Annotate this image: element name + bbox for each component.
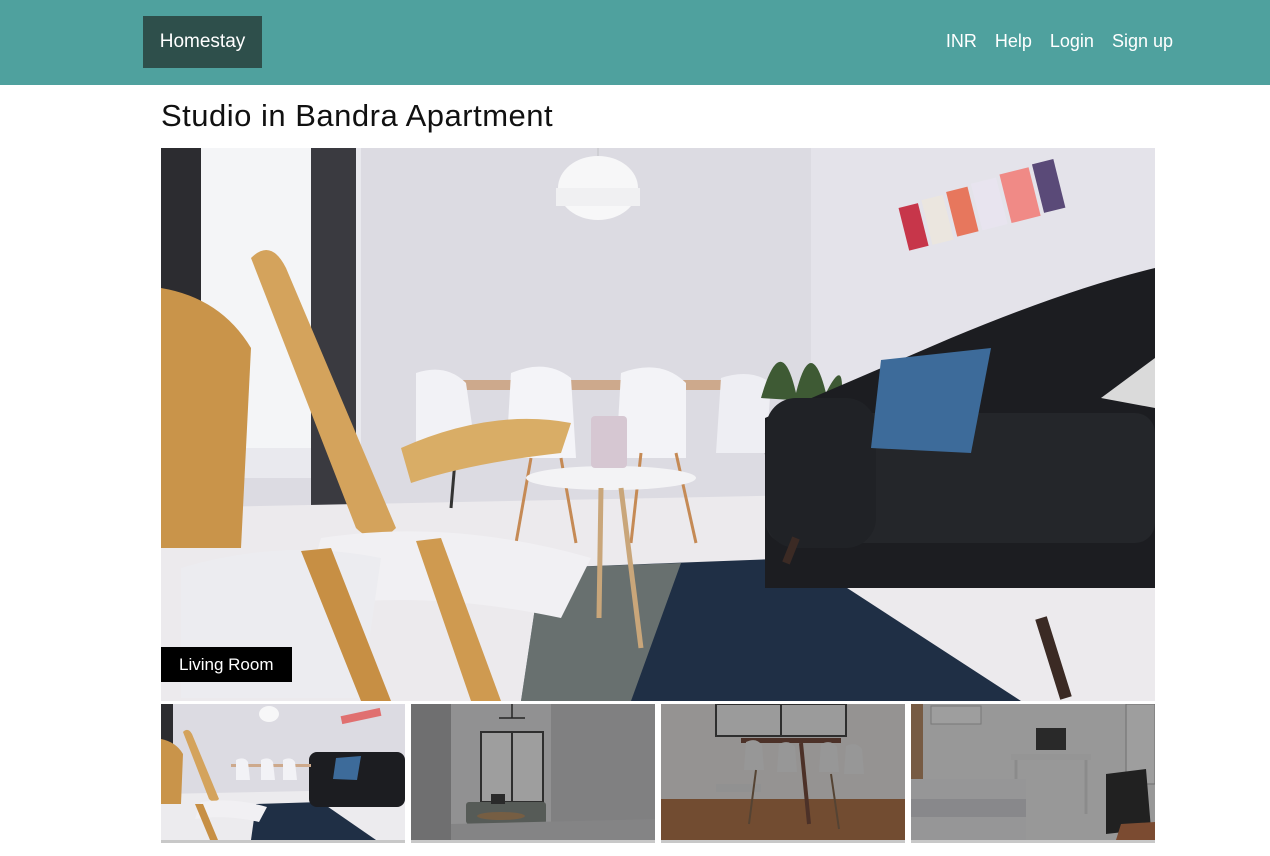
thumbnail-4[interactable] <box>911 704 1155 843</box>
thumbnail-strip <box>161 704 1155 843</box>
living-room-photo <box>161 148 1155 701</box>
currency-link[interactable]: INR <box>946 28 977 54</box>
nav-links: INR Help Login Sign up <box>946 28 1173 54</box>
signup-link[interactable]: Sign up <box>1112 28 1173 54</box>
thumbnail-1[interactable] <box>161 704 405 843</box>
login-link[interactable]: Login <box>1050 28 1094 54</box>
page-title: Studio in Bandra Apartment <box>161 98 554 133</box>
top-navbar: Homestay INR Help Login Sign up <box>0 0 1270 85</box>
living-room-photo-icon <box>161 704 405 840</box>
thumbnail-3[interactable] <box>661 704 905 843</box>
photo-caption: Living Room <box>161 647 292 682</box>
brand-logo-link[interactable]: Homestay <box>143 16 262 68</box>
main-photo[interactable]: Living Room <box>161 148 1155 701</box>
thumbnail-2[interactable] <box>411 704 655 843</box>
help-link[interactable]: Help <box>995 28 1032 54</box>
